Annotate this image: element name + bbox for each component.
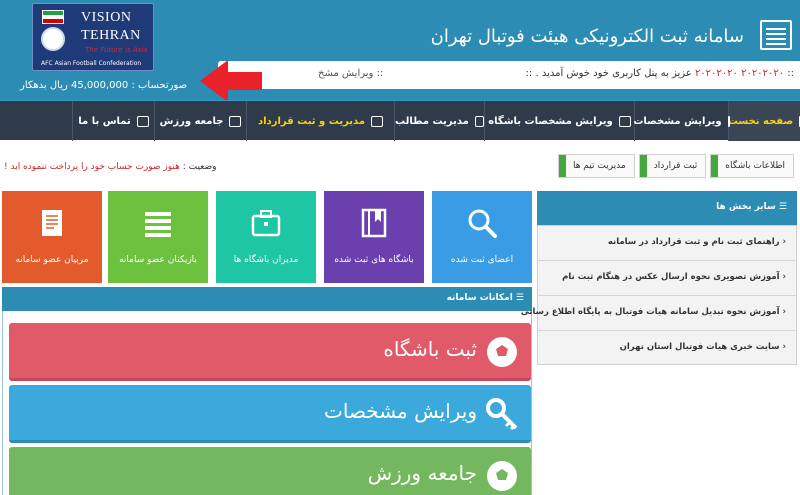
edit-icon xyxy=(727,115,730,127)
nav-contracts[interactable]: مدیریت و ثبت قرارداد xyxy=(246,101,394,141)
sidebar-link-guide[interactable]: ‹ راهنمای ثبت نام و ثبت قرارداد در سامان… xyxy=(538,226,796,261)
key-icon xyxy=(486,398,518,431)
tile-players[interactable]: بازیکنان عضو سامانه xyxy=(108,191,208,283)
logo-line2: TEHRAN xyxy=(81,28,141,43)
vision-tehran-logo[interactable]: VISION TEHRAN The Future is Asia AFC Asi… xyxy=(32,3,154,71)
stat-tiles: اعضای ثبت شده باشگاه های ثبت شده مدیران … xyxy=(2,191,532,283)
register-club-button[interactable]: ثبت باشگاه xyxy=(9,323,531,381)
nav-contact[interactable]: تماس با ما xyxy=(72,101,154,141)
list-icon: ☰ xyxy=(512,293,524,303)
page-title: سامانه ثبت الکترونیکی هیئت فوتبال تهران xyxy=(430,26,744,47)
payment-status: وضعیت : هنوز صورت حساب خود را پرداخت ننم… xyxy=(4,162,217,172)
news-ticker: :: ۲۰۲۰۲۰۲۰ ۲۰۲۰۲۰۲۰ عزیز به پنل کاربری … xyxy=(218,61,800,89)
header: VISION TEHRAN The Future is Asia AFC Asi… xyxy=(0,0,800,102)
nav-edit-profile[interactable]: ویرایش مشخصات xyxy=(633,101,730,141)
nav-content-management[interactable]: مدیریت مطالب xyxy=(394,101,484,141)
sidebar-header: ☰ سایر بخش ها xyxy=(537,191,797,225)
nav-edit-club[interactable]: ویرایش مشخصات باشگاه xyxy=(484,101,634,141)
tile-club-managers[interactable]: مدیران باشگاه ها xyxy=(216,191,316,283)
list-icon xyxy=(760,20,792,50)
chevron-left-icon: ‹ xyxy=(779,237,786,247)
logo-slogan: The Future is Asia xyxy=(85,46,148,54)
tile-registered-clubs[interactable]: باشگاه های ثبت شده xyxy=(324,191,424,283)
main-nav: صفحه نخست ویرایش مشخصات ویرایش مشخصات با… xyxy=(0,100,800,141)
ticker-secondary: :: ویرایش مشخ xyxy=(318,68,384,79)
logo-line1: VISION xyxy=(81,10,132,25)
crumb-club-info[interactable]: اطلاعات باشگاه xyxy=(710,154,794,178)
list-icon xyxy=(145,212,171,237)
ball-icon xyxy=(487,461,517,491)
payment-warning: هنوز صورت حساب خود را پرداخت ننموده اید … xyxy=(4,162,180,172)
invoice-balance: صورتحساب : 45,000,000 ریال بدهکار xyxy=(20,80,188,91)
sidebar-link-photo-tutorial[interactable]: ‹ آموزش تصویری نحوه ارسال عکس در هنگام ث… xyxy=(538,261,796,296)
nav-sports-community[interactable]: جامعه ورزش xyxy=(154,101,246,141)
ticker-message: :: ۲۰۲۰۲۰۲۰ ۲۰۲۰۲۰۲۰ عزیز به پنل کاربری … xyxy=(525,68,794,79)
football-icon xyxy=(41,27,65,51)
crumb-team-management[interactable]: مدیریت تیم ها xyxy=(557,154,635,178)
list-icon: ☰ xyxy=(775,202,787,212)
tile-coaches[interactable]: مربیان عضو سامانه xyxy=(2,191,102,283)
crumb-register-contract[interactable]: ثبت قرارداد xyxy=(638,154,707,178)
sidebar-link-news-site[interactable]: ‹ سایت خبری هیات فوتبال استان تهران xyxy=(538,331,796,366)
arrow-annotation-icon xyxy=(200,60,262,102)
chevron-left-icon: ‹ xyxy=(779,307,786,317)
logo-org: AFC Asian Football Confederation xyxy=(41,60,142,67)
features-panel: ثبت باشگاه ویرایش مشخصات جامعه ورزش xyxy=(2,311,532,495)
sports-community-button[interactable]: جامعه ورزش xyxy=(9,447,531,495)
book-icon xyxy=(361,208,387,238)
flag-icon xyxy=(618,115,631,127)
nav-home[interactable]: صفحه نخست xyxy=(728,101,800,141)
features-panel-header: ☰ امکانات سامانه xyxy=(2,287,532,311)
federation-emblem xyxy=(39,10,67,62)
tile-registered-members[interactable]: اعضای ثبت شده xyxy=(432,191,532,283)
flag-icon xyxy=(136,115,149,127)
sidebar-link-convert-tutorial[interactable]: ‹ آموزش نحوه تبدیل سامانه هیات فوتبال به… xyxy=(521,296,796,331)
iran-flag-icon xyxy=(42,10,64,24)
sidebar-links: ‹ راهنمای ثبت نام و ثبت قرارداد در سامان… xyxy=(521,225,797,366)
document-icon xyxy=(42,210,62,236)
breadcrumb: اطلاعات باشگاه ثبت قرارداد مدیریت تیم ها xyxy=(557,154,794,178)
inbox-icon xyxy=(371,115,384,127)
briefcase-icon xyxy=(251,210,281,237)
book-icon xyxy=(474,115,484,127)
ball-icon xyxy=(487,337,517,367)
users-icon xyxy=(229,115,242,127)
chevron-left-icon: ‹ xyxy=(779,342,786,352)
edit-profile-button[interactable]: ویرایش مشخصات xyxy=(9,385,531,443)
chevron-left-icon: ‹ xyxy=(779,272,786,282)
search-icon xyxy=(468,209,497,238)
